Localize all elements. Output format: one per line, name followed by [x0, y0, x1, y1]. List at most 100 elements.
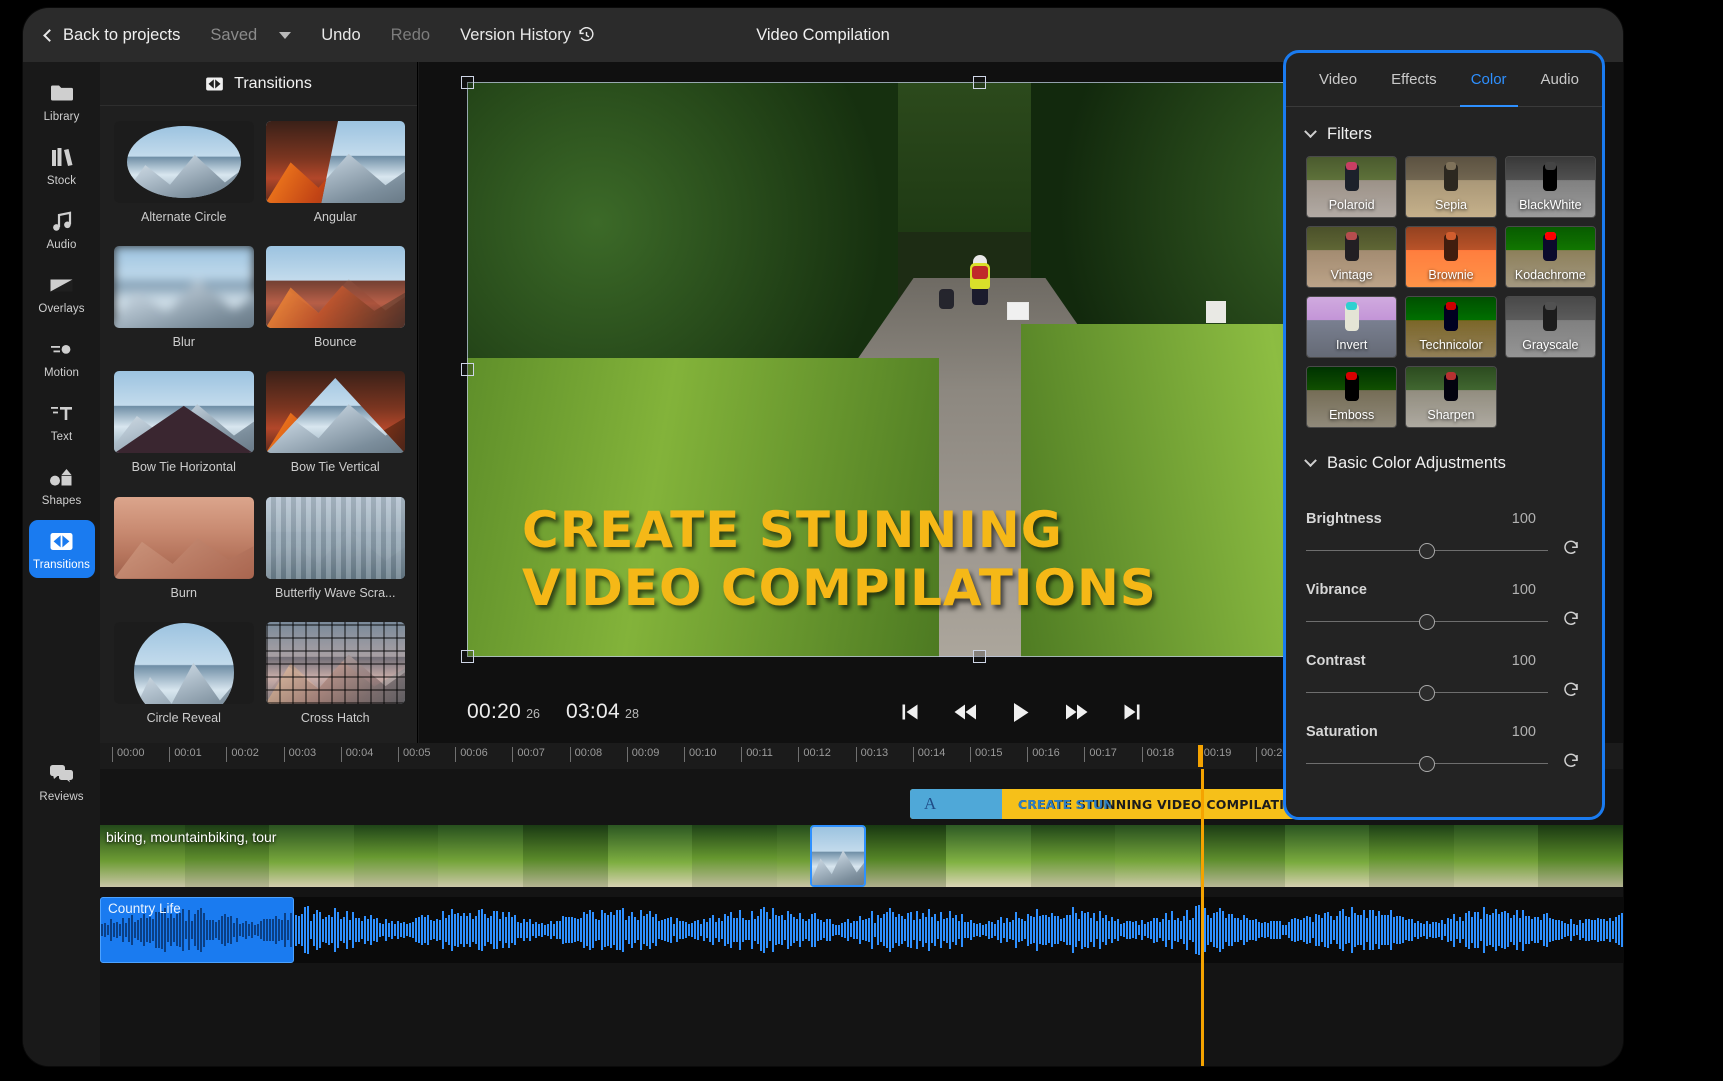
slider-row: Contrast100 [1306, 653, 1582, 704]
transition-label: Circle Reveal [114, 711, 254, 725]
video-track: biking, mountainbiking, tour [100, 825, 1623, 889]
filter-tile[interactable]: Sharpen [1405, 366, 1496, 428]
text-icon: A [924, 794, 936, 814]
filter-label: Brownie [1406, 268, 1495, 282]
cyclist-secondary [939, 289, 954, 309]
color-properties-panel: Video Effects Color Audio Filters Polaro… [1283, 50, 1605, 820]
tab-effects[interactable]: Effects [1374, 53, 1454, 106]
filter-tile[interactable]: Grayscale [1505, 296, 1596, 358]
transition-tile[interactable]: Alternate Circle [114, 121, 254, 242]
rewind-button[interactable] [955, 703, 977, 721]
filter-tile[interactable]: Polaroid [1306, 156, 1397, 218]
transition-clip[interactable] [810, 825, 866, 887]
reset-icon[interactable] [1562, 752, 1582, 775]
undo-button[interactable]: Undo [321, 26, 360, 45]
playhead[interactable] [1201, 769, 1204, 1066]
playhead-handle[interactable] [1198, 745, 1203, 767]
sidebar-item-transitions[interactable]: Transitions [29, 520, 95, 578]
skip-to-start-button[interactable] [902, 703, 919, 721]
filters-section-header[interactable]: Filters [1286, 107, 1602, 156]
fast-forward-button[interactable] [1066, 703, 1088, 721]
folder-icon [50, 81, 74, 105]
skip-to-end-button[interactable] [1124, 703, 1141, 721]
slider-label: Contrast [1306, 653, 1366, 669]
slider-knob[interactable] [1419, 685, 1435, 701]
saved-status-label: Saved [210, 26, 257, 45]
sidebar-item-stock[interactable]: Stock [29, 136, 95, 194]
chevron-down-icon[interactable] [279, 32, 291, 39]
transition-label: Blur [114, 335, 254, 349]
play-button[interactable] [1013, 702, 1030, 723]
filter-label: Sharpen [1406, 408, 1495, 422]
filter-tile[interactable]: Vintage [1306, 226, 1397, 288]
slider-knob[interactable] [1419, 756, 1435, 772]
transition-thumbnail [114, 497, 254, 579]
filter-tile[interactable]: Brownie [1405, 226, 1496, 288]
filter-tile[interactable]: Kodachrome [1505, 226, 1596, 288]
sidebar-item-reviews[interactable]: Reviews [29, 752, 95, 810]
audio-waveform-body[interactable] [100, 897, 1623, 963]
slider-knob[interactable] [1419, 614, 1435, 630]
transition-tile[interactable]: Angular [266, 121, 406, 242]
slider-row: Saturation100 [1306, 724, 1582, 775]
transition-tile[interactable]: Bow Tie Vertical [266, 371, 406, 492]
transition-tile[interactable]: Burn [114, 497, 254, 618]
transitions-grid: Alternate Circle Angular Blur [100, 107, 417, 743]
cyclist-primary [970, 255, 990, 305]
slider-value: 100 [1512, 511, 1582, 527]
tab-video[interactable]: Video [1302, 53, 1374, 106]
sidebar-item-label: Reviews [39, 791, 83, 803]
slider-knob[interactable] [1419, 543, 1435, 559]
transition-tile[interactable]: Cross Hatch [266, 622, 406, 743]
tab-audio[interactable]: Audio [1524, 53, 1596, 106]
filter-tile[interactable]: Emboss [1306, 366, 1397, 428]
redo-button[interactable]: Redo [391, 26, 430, 45]
transition-tile[interactable]: Circle Reveal [114, 622, 254, 743]
brightness-slider[interactable] [1306, 543, 1548, 559]
sidebar-bottom-group: Reviews [23, 742, 100, 816]
filter-tile[interactable]: Invert [1306, 296, 1397, 358]
total-frames: 28 [625, 707, 639, 721]
filter-label: Polaroid [1307, 198, 1396, 212]
resize-handle-ml[interactable] [461, 363, 474, 376]
text-handle[interactable] [1007, 302, 1029, 320]
version-history-button[interactable]: Version History [460, 26, 595, 45]
audio-clip-selected[interactable]: Country Life [100, 897, 294, 963]
transition-thumbnail [266, 246, 406, 328]
resize-handle-bl[interactable] [461, 650, 474, 663]
history-icon [578, 27, 595, 44]
resize-handle-tc[interactable] [973, 76, 986, 89]
ruler-tick: 00:15 [970, 747, 1003, 762]
adjustments-section-header[interactable]: Basic Color Adjustments [1286, 428, 1602, 485]
ruler-tick: 00:04 [341, 747, 374, 762]
transition-tile[interactable]: Butterfly Wave Scra... [266, 497, 406, 618]
resize-handle-bc[interactable] [973, 650, 986, 663]
ruler-tick: 00:06 [455, 747, 488, 762]
reset-icon[interactable] [1562, 610, 1582, 633]
sidebar-item-library[interactable]: Library [29, 72, 95, 130]
contrast-slider[interactable] [1306, 685, 1548, 701]
sidebar-item-shapes[interactable]: Shapes [29, 456, 95, 514]
back-to-projects-button[interactable]: Back to projects [45, 26, 180, 45]
resize-handle-tl[interactable] [461, 76, 474, 89]
filter-tile[interactable]: Sepia [1405, 156, 1496, 218]
tab-color[interactable]: Color [1454, 53, 1524, 106]
filter-tile[interactable]: BlackWhite [1505, 156, 1596, 218]
tab-label: Color [1471, 71, 1507, 88]
reset-icon[interactable] [1562, 539, 1582, 562]
reset-icon[interactable] [1562, 681, 1582, 704]
sidebar-item-label: Overlays [38, 303, 84, 315]
transition-tile[interactable]: Blur [114, 246, 254, 367]
timecode-display: 00:20 26 03:04 28 [467, 700, 639, 724]
ruler-tick: 00:17 [1084, 747, 1117, 762]
sidebar-item-overlays[interactable]: Overlays [29, 264, 95, 322]
sidebar-item-motion[interactable]: Motion [29, 328, 95, 386]
sidebar-item-text[interactable]: Text [29, 392, 95, 450]
sidebar-item-audio[interactable]: Audio [29, 200, 95, 258]
vibrance-slider[interactable] [1306, 614, 1548, 630]
transition-tile[interactable]: Bow Tie Horizontal [114, 371, 254, 492]
filter-tile[interactable]: Technicolor [1405, 296, 1496, 358]
transition-tile[interactable]: Bounce [266, 246, 406, 367]
saturation-slider[interactable] [1306, 756, 1548, 772]
chevron-down-icon [1304, 454, 1317, 467]
